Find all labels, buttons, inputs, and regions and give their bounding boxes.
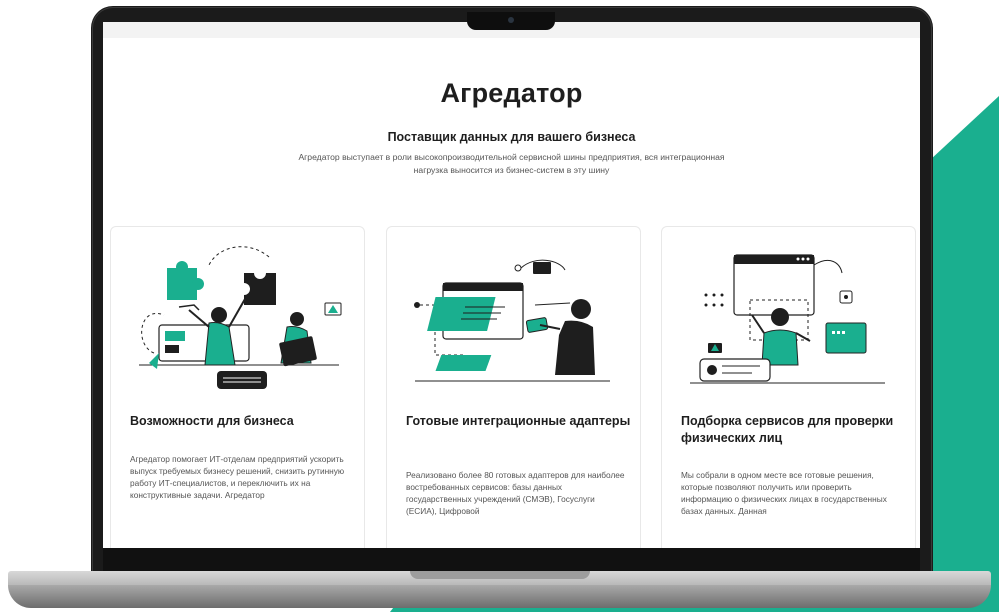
feature-card-person-check[interactable]: Подборка сервисов для проверки физически… <box>661 226 916 548</box>
page-description: Агредатор выступает в роли высокопроизво… <box>298 152 725 175</box>
page-title: Агредатор <box>440 78 583 108</box>
card-title: Подборка сервисов для проверки физически… <box>681 414 894 445</box>
feature-card-business[interactable]: Возможности для бизнеса Агредатор помога… <box>110 226 365 548</box>
card-title: Готовые интеграционные адаптеры <box>406 414 631 428</box>
screen-bottom-bezel <box>103 548 920 571</box>
card-text: Агредатор помогает ИТ-отделам предприяти… <box>130 454 345 500</box>
card-text: Мы собрали в одном месте все готовые реш… <box>681 470 887 516</box>
page-subtitle: Поставщик данных для вашего бизнеса <box>387 130 636 144</box>
laptop-base <box>8 585 991 608</box>
person-check-illustration <box>690 254 885 384</box>
card-title: Возможности для бизнеса <box>130 414 294 428</box>
camera-icon <box>508 17 514 23</box>
laptop-opening-groove <box>410 571 590 579</box>
puzzle-team-illustration <box>139 246 342 389</box>
card-text: Реализовано более 80 готовых адаптеров д… <box>406 470 625 516</box>
feature-card-adapters[interactable]: Готовые интеграционные адаптеры Реализов… <box>386 226 641 548</box>
adapters-illustration <box>414 259 610 382</box>
browser-screen: Агредатор Поставщик данных для вашего би… <box>103 22 920 548</box>
